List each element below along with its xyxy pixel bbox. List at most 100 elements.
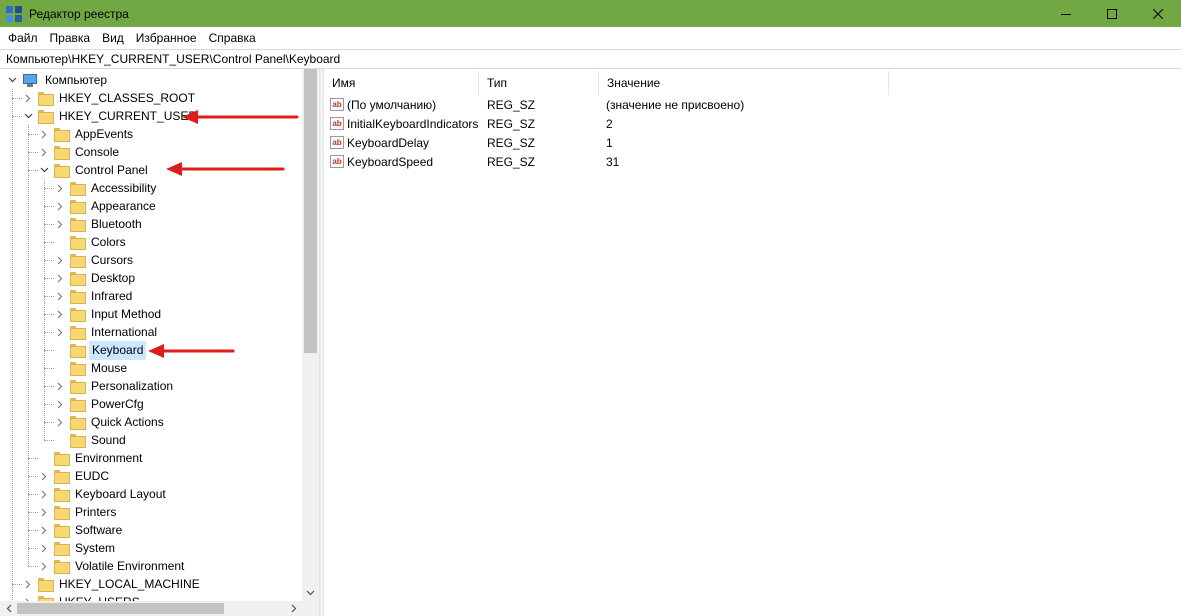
tree-guide-line [28, 134, 38, 135]
tree-guide-line [44, 350, 54, 351]
chevron-right-icon[interactable] [54, 413, 66, 431]
tree-node[interactable]: HKEY_LOCAL_MACHINE [22, 575, 202, 593]
tree-node[interactable]: HKEY_CURRENT_USER [22, 107, 199, 125]
scroll-down-arrow-icon[interactable] [302, 584, 319, 601]
value-name-cell: ab KeyboardSpeed [324, 155, 479, 169]
tree-vertical-scrollbar[interactable] [302, 69, 319, 601]
minimize-button[interactable] [1043, 0, 1089, 27]
tree-node[interactable]: AppEvents [38, 125, 135, 143]
chevron-right-icon[interactable] [54, 197, 66, 215]
tree-node[interactable]: EUDC [38, 467, 111, 485]
chevron-right-icon[interactable] [38, 521, 50, 539]
menu-edit[interactable]: Правка [44, 28, 97, 48]
value-row[interactable]: ab KeyboardSpeed REG_SZ 31 [324, 152, 889, 171]
value-type: REG_SZ [487, 97, 536, 112]
tree-node[interactable]: Quick Actions [54, 413, 166, 431]
chevron-right-icon[interactable] [38, 503, 50, 521]
chevron-right-icon[interactable] [38, 467, 50, 485]
chevron-right-icon[interactable] [38, 485, 50, 503]
chevron-right-icon[interactable] [54, 215, 66, 233]
scroll-left-arrow-icon[interactable] [0, 601, 17, 616]
tree-node[interactable]: HKEY_USERS [22, 593, 142, 601]
tree-node[interactable]: Volatile Environment [38, 557, 186, 575]
tree-node[interactable]: Personalization [54, 377, 175, 395]
chevron-right-icon[interactable] [22, 575, 34, 593]
tree-guide-line [44, 332, 54, 333]
chevron-right-icon[interactable] [54, 269, 66, 287]
tree-guide-line [44, 440, 54, 441]
chevron-right-icon[interactable] [22, 593, 34, 601]
address-bar[interactable]: Компьютер\HKEY_CURRENT_USER\Control Pane… [0, 49, 1181, 69]
tree-node[interactable]: Infrared [54, 287, 134, 305]
chevron-right-icon[interactable] [54, 395, 66, 413]
menu-bar: Файл Правка Вид Избранное Справка [0, 27, 1181, 49]
close-button[interactable] [1135, 0, 1181, 27]
scroll-right-arrow-icon[interactable] [285, 601, 302, 616]
menu-help[interactable]: Справка [203, 28, 262, 48]
chevron-right-icon[interactable] [54, 377, 66, 395]
chevron-right-icon[interactable] [38, 557, 50, 575]
tree-node[interactable]: Keyboard [54, 340, 147, 360]
column-header-data[interactable]: Значение [599, 71, 889, 95]
folder-icon [70, 398, 86, 412]
chevron-right-icon[interactable] [38, 125, 50, 143]
tree-node[interactable]: System [38, 539, 117, 557]
folder-icon [70, 434, 86, 448]
chevron-right-icon[interactable] [38, 143, 50, 161]
chevron-right-icon[interactable] [54, 287, 66, 305]
chevron-down-icon[interactable] [22, 107, 34, 125]
tree-node[interactable]: Console [38, 143, 121, 161]
chevron-right-icon[interactable] [54, 179, 66, 197]
menu-file[interactable]: Файл [2, 28, 44, 48]
column-header-type[interactable]: Тип [479, 71, 599, 95]
tree-node[interactable]: International [54, 323, 159, 341]
value-row[interactable]: ab (По умолчанию) REG_SZ (значение не присв… [324, 95, 889, 114]
tree-guide-line [28, 125, 29, 566]
folder-icon [54, 488, 70, 502]
tree-node[interactable]: Sound [54, 431, 128, 449]
chevron-right-icon[interactable] [54, 251, 66, 269]
tree-node[interactable]: Colors [54, 233, 128, 251]
maximize-button[interactable] [1089, 0, 1135, 27]
chevron-right-icon[interactable] [38, 539, 50, 557]
chevron-right-icon[interactable] [22, 89, 34, 107]
tree-node[interactable]: Environment [38, 449, 144, 467]
tree-horizontal-scrollbar[interactable] [0, 601, 302, 616]
tree-node[interactable]: Компьютер [6, 71, 109, 89]
chevron-right-icon[interactable] [54, 323, 66, 341]
tree-node-label: Компьютер [45, 72, 108, 87]
tree-node[interactable]: Input Method [54, 305, 163, 323]
menu-favorites[interactable]: Избранное [130, 28, 203, 48]
tree-node[interactable]: Accessibility [54, 179, 158, 197]
tree-node[interactable]: PowerCfg [54, 395, 146, 413]
tree-node-label: Personalization [91, 378, 174, 393]
tree-node[interactable]: Printers [38, 503, 118, 521]
chevron-right-icon[interactable] [54, 305, 66, 323]
value-row[interactable]: ab InitialKeyboardIndicators REG_SZ 2 [324, 114, 889, 133]
tree-node[interactable]: Cursors [54, 251, 135, 269]
value-name: KeyboardSpeed [347, 154, 434, 169]
tree-node[interactable]: Bluetooth [54, 215, 144, 233]
value-type: REG_SZ [487, 116, 536, 131]
tree-node[interactable]: Software [38, 521, 124, 539]
menu-view[interactable]: Вид [96, 28, 130, 48]
tree-node-label: Console [75, 144, 120, 159]
value-row[interactable]: ab KeyboardDelay REG_SZ 1 [324, 133, 889, 152]
tree-guide-line [12, 98, 22, 99]
folder-icon [70, 308, 86, 322]
tree-node[interactable]: Keyboard Layout [38, 485, 168, 503]
tree-vertical-scroll-thumb[interactable] [304, 69, 317, 353]
tree-node[interactable]: Appearance [54, 197, 158, 215]
column-header-name[interactable]: Имя [324, 71, 479, 95]
tree-node[interactable]: Desktop [54, 269, 137, 287]
chevron-down-icon[interactable] [38, 161, 50, 179]
key-tree[interactable]: Компьютер HKEY_CLASSES_ROOT HKEY_CURRENT_U… [0, 71, 302, 601]
tree-node-label: Sound [91, 432, 126, 447]
tree-node-label: Keyboard [89, 340, 147, 360]
tree-node[interactable]: Control Panel [38, 161, 150, 179]
tree-node[interactable]: Mouse [54, 359, 129, 377]
chevron-down-icon[interactable] [6, 71, 18, 89]
tree-horizontal-scroll-thumb[interactable] [17, 603, 224, 614]
tree-node[interactable]: HKEY_CLASSES_ROOT [22, 89, 197, 107]
